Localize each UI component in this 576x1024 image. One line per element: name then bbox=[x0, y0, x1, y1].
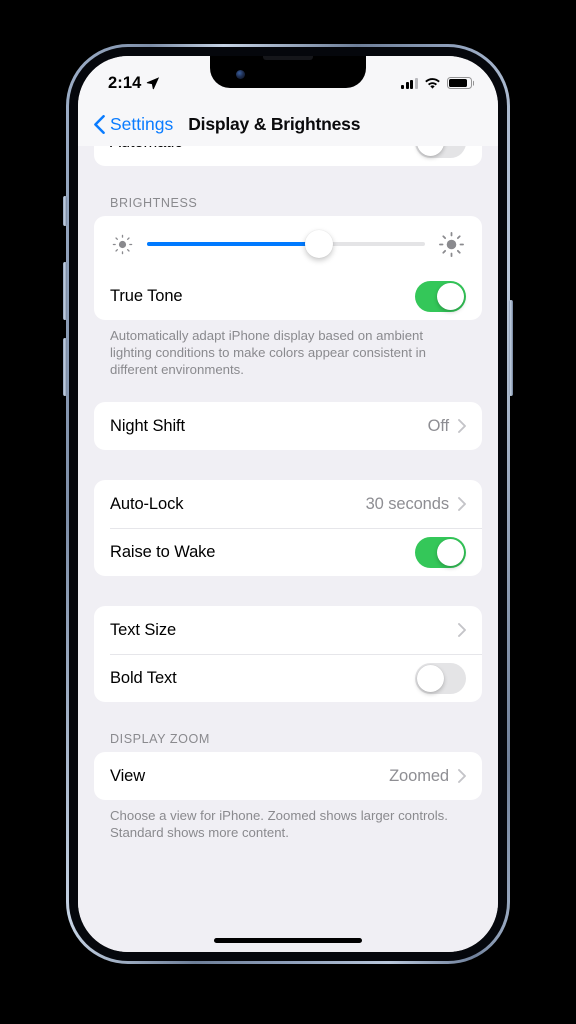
volume-up-button[interactable] bbox=[63, 262, 67, 320]
row-text-size-accessory bbox=[458, 623, 466, 637]
row-bold-text[interactable]: Bold Text bbox=[94, 654, 482, 702]
brightness-section: True Tone bbox=[94, 216, 482, 320]
display-zoom-section-footer: Choose a view for iPhone. Zoomed shows l… bbox=[110, 808, 448, 840]
volume-down-button[interactable] bbox=[63, 338, 67, 396]
automatic-toggle[interactable] bbox=[415, 146, 466, 158]
row-true-tone-label: True Tone bbox=[110, 286, 183, 305]
row-text-size[interactable]: Text Size bbox=[94, 606, 482, 654]
row-bold-text-label: Bold Text bbox=[110, 668, 177, 687]
row-night-shift-label: Night Shift bbox=[110, 416, 186, 435]
row-raise-to-wake[interactable]: Raise to Wake bbox=[94, 528, 482, 576]
appearance-section: Automatic bbox=[94, 146, 482, 166]
status-icons bbox=[400, 77, 472, 90]
row-automatic-label: Automatic bbox=[110, 146, 183, 152]
location-arrow-icon bbox=[147, 77, 160, 90]
brightness-section-footer: Automatically adapt iPhone display based… bbox=[110, 328, 426, 377]
navigation-bar: Settings Display & Brightness bbox=[78, 102, 498, 146]
silent-switch[interactable] bbox=[63, 196, 67, 226]
cellular-signal-icon bbox=[400, 77, 418, 89]
brightness-low-icon bbox=[112, 234, 133, 254]
battery-fill bbox=[449, 79, 468, 87]
phone-frame: 2:14 Settings Display & Brightness BRIGH… bbox=[66, 44, 510, 964]
true-tone-toggle[interactable] bbox=[415, 280, 466, 312]
chevron-left-icon bbox=[94, 114, 105, 134]
brightness-high-icon bbox=[439, 231, 464, 257]
chevron-right-icon bbox=[458, 497, 466, 511]
brightness-track bbox=[147, 242, 425, 246]
toggle-knob bbox=[437, 282, 464, 310]
row-automatic[interactable]: Automatic bbox=[94, 146, 482, 166]
chevron-right-icon bbox=[458, 769, 466, 783]
toggle-knob bbox=[417, 664, 444, 692]
chevron-right-icon bbox=[458, 419, 466, 433]
phone-bezel: 2:14 Settings Display & Brightness BRIGH… bbox=[69, 47, 507, 961]
earpiece-speaker-icon bbox=[263, 56, 313, 60]
row-view[interactable]: View Zoomed bbox=[94, 752, 482, 800]
raise-to-wake-toggle[interactable] bbox=[415, 536, 466, 568]
status-time-group: 2:14 bbox=[108, 74, 160, 93]
brightness-section-header: BRIGHTNESS bbox=[110, 196, 198, 210]
view-value: Zoomed bbox=[389, 766, 449, 785]
row-auto-lock-accessory: 30 seconds bbox=[366, 495, 466, 514]
home-indicator[interactable] bbox=[214, 938, 362, 943]
display-zoom-section-header: DISPLAY ZOOM bbox=[110, 732, 210, 746]
toggle-knob bbox=[417, 146, 444, 156]
power-button[interactable] bbox=[509, 300, 513, 396]
night-shift-section: Night Shift Off bbox=[94, 402, 482, 450]
back-button-label: Settings bbox=[110, 113, 174, 134]
status-time: 2:14 bbox=[108, 73, 142, 92]
row-night-shift-accessory: Off bbox=[428, 417, 466, 436]
row-auto-lock[interactable]: Auto-Lock 30 seconds bbox=[94, 480, 482, 528]
notch bbox=[210, 56, 366, 88]
back-button[interactable]: Settings bbox=[94, 114, 173, 135]
brightness-track-area[interactable] bbox=[147, 229, 425, 259]
brightness-fill bbox=[147, 242, 320, 246]
night-shift-value: Off bbox=[427, 416, 450, 435]
battery-icon bbox=[447, 77, 472, 89]
display-zoom-section: View Zoomed bbox=[94, 752, 482, 800]
settings-scroll-view[interactable]: Automatic BRIGHTNESS bbox=[78, 146, 498, 952]
auto-lock-section: Auto-Lock 30 seconds Raise to Wake bbox=[94, 480, 482, 576]
row-auto-lock-label: Auto-Lock bbox=[110, 494, 184, 513]
row-night-shift[interactable]: Night Shift Off bbox=[94, 402, 482, 450]
chevron-right-icon bbox=[458, 623, 466, 637]
auto-lock-value: 30 seconds bbox=[365, 494, 450, 513]
page-title: Display & Brightness bbox=[188, 113, 361, 134]
brightness-slider-row[interactable] bbox=[94, 216, 482, 272]
front-camera-icon bbox=[236, 69, 245, 79]
row-view-label: View bbox=[110, 766, 146, 785]
phone-screen: 2:14 Settings Display & Brightness BRIGH… bbox=[78, 56, 498, 952]
row-raise-to-wake-label: Raise to Wake bbox=[110, 542, 216, 561]
row-view-accessory: Zoomed bbox=[389, 767, 466, 786]
row-text-size-label: Text Size bbox=[110, 620, 177, 639]
row-true-tone[interactable]: True Tone bbox=[94, 272, 482, 320]
brightness-slider-knob[interactable] bbox=[305, 230, 334, 258]
bold-text-toggle[interactable] bbox=[415, 662, 466, 694]
wifi-icon bbox=[425, 77, 440, 89]
toggle-knob bbox=[437, 538, 464, 566]
text-section: Text Size Bold Text bbox=[94, 606, 482, 702]
